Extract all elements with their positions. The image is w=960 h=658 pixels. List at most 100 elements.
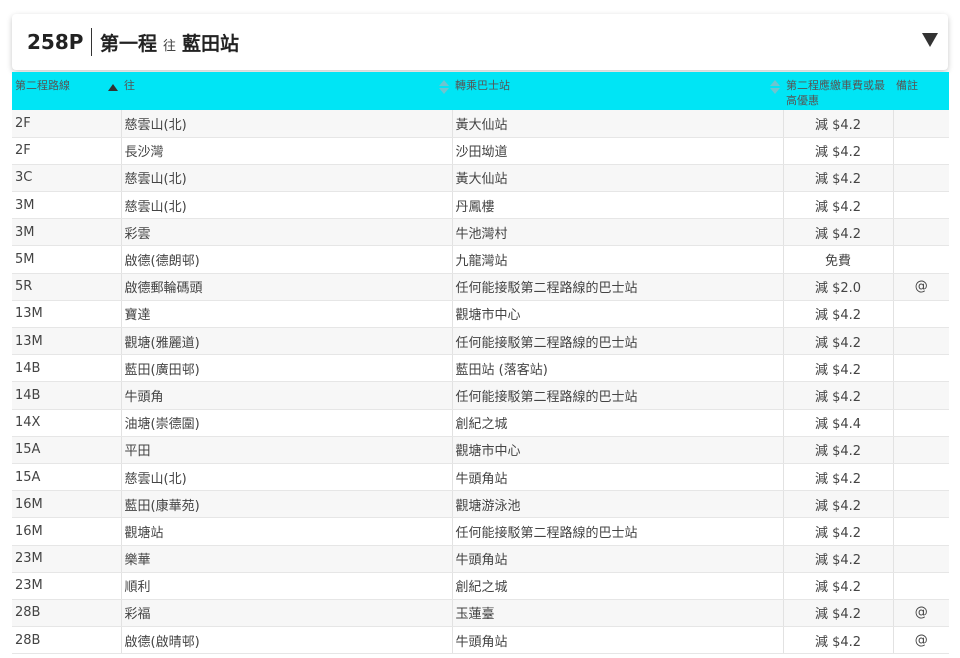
cell-fare: 減 $4.2	[783, 517, 894, 546]
cell-fare: 減 $4.2	[783, 436, 894, 464]
cell-route: 16M	[12, 490, 122, 519]
cell-stop: 牛頭角站	[452, 463, 784, 492]
cell-route: 15A	[12, 436, 122, 464]
cell-fare: 減 $4.2	[783, 110, 894, 138]
cell-remark	[893, 245, 949, 274]
cell-fare: 減 $4.4	[783, 409, 894, 437]
table-row: 3M 彩雲 牛池灣村減 $4.2	[12, 218, 949, 247]
table-row: 14X 油塘(崇德圍) 創紀之城減 $4.4	[12, 409, 949, 437]
cell-route: 28B	[12, 626, 122, 655]
cell-remark	[893, 327, 949, 356]
cell-route: 2F	[12, 137, 122, 165]
table-row: 16M 觀塘站 任何能接駁第二程路線的巴士站減 $4.2	[12, 517, 949, 546]
table-row: 13M 寶達 觀塘市中心減 $4.2	[12, 300, 949, 329]
cell-route: 23M	[12, 572, 122, 600]
cell-fare: 減 $4.2	[783, 300, 894, 329]
cell-stop: 黃大仙站	[452, 164, 784, 193]
sort-icon[interactable]	[770, 80, 780, 98]
interchange-table: 第二程路線 往 轉乘巴士站 第二程應繳車費或最高優惠 備註 2F 慈雲山(北) …	[12, 72, 949, 655]
dropdown-arrow-icon[interactable]	[922, 33, 938, 47]
cell-fare: 免費	[783, 245, 894, 274]
cell-stop: 牛頭角站	[452, 626, 784, 655]
table-row: 2F 長沙灣 沙田坳道減 $4.2	[12, 137, 949, 165]
cell-stop: 玉蓮臺	[452, 599, 784, 628]
route-code: 258P	[27, 30, 84, 54]
table-row: 14B 牛頭角 任何能接駁第二程路線的巴士站減 $4.2	[12, 381, 949, 410]
cell-to: 平田	[121, 436, 453, 464]
cell-stop: 觀塘游泳池	[452, 490, 784, 519]
cell-to: 彩雲	[121, 218, 453, 247]
column-header-remark[interactable]: 備註	[893, 72, 949, 110]
cell-to: 慈雲山(北)	[121, 463, 453, 492]
cell-to: 樂華	[121, 545, 453, 573]
table-row: 23M 順利 創紀之城減 $4.2	[12, 572, 949, 600]
column-header-to[interactable]: 往	[121, 72, 452, 110]
cell-stop: 牛池灣村	[452, 218, 784, 247]
cell-route: 5M	[12, 245, 122, 274]
cell-fare: 減 $4.2	[783, 137, 894, 165]
cell-stop: 創紀之城	[452, 409, 784, 437]
cell-fare: 減 $4.2	[783, 626, 894, 655]
cell-route: 23M	[12, 545, 122, 573]
cell-remark	[893, 218, 949, 247]
cell-fare: 減 $4.2	[783, 164, 894, 193]
table-row: 5M 啟德(德朗邨) 九龍灣站 免費	[12, 245, 949, 274]
route-header[interactable]: 258P 第一程 往 藍田站	[12, 14, 948, 70]
table-row: 2F 慈雲山(北) 黃大仙站減 $4.2	[12, 110, 949, 138]
cell-fare: 減 $4.2	[783, 354, 894, 383]
cell-stop: 任何能接駁第二程路線的巴士站	[452, 273, 784, 301]
cell-remark: @	[893, 599, 949, 628]
cell-to: 啟德郵輪碼頭	[121, 273, 453, 301]
table-row: 15A 慈雲山(北) 牛頭角站減 $4.2	[12, 463, 949, 492]
table-row: 23M 樂華 牛頭角站減 $4.2	[12, 545, 949, 573]
cell-route: 14B	[12, 354, 122, 383]
table-row: 28B 啟德(啟晴邨) 牛頭角站減 $4.2 @	[12, 626, 949, 655]
cell-stop: 黃大仙站	[452, 110, 784, 138]
table-row: 13M 觀塘(雅麗道) 任何能接駁第二程路線的巴士站減 $4.2	[12, 327, 949, 356]
cell-stop: 任何能接駁第二程路線的巴士站	[452, 327, 784, 356]
cell-remark	[893, 409, 949, 437]
cell-remark	[893, 436, 949, 464]
cell-to: 油塘(崇德圍)	[121, 409, 453, 437]
direction-word: 往	[163, 38, 177, 54]
cell-to: 順利	[121, 572, 453, 600]
cell-route: 13M	[12, 300, 122, 329]
table-row: 14B 藍田(廣田邨) 藍田站 (落客站) 減 $4.2	[12, 354, 949, 383]
sort-icon[interactable]	[439, 80, 449, 98]
cell-route: 13M	[12, 327, 122, 356]
cell-to: 寶達	[121, 300, 453, 329]
cell-fare: 減 $4.2	[783, 463, 894, 492]
cell-remark: @	[893, 273, 949, 301]
column-header-fare[interactable]: 第二程應繳車費或最高優惠	[783, 72, 893, 110]
divider	[91, 28, 92, 56]
cell-route: 14X	[12, 409, 122, 437]
cell-to: 彩福	[121, 599, 453, 628]
cell-fare: 減 $4.2	[783, 545, 894, 573]
cell-to: 慈雲山(北)	[121, 110, 453, 138]
cell-remark	[893, 572, 949, 600]
column-header-route[interactable]: 第二程路線	[12, 72, 121, 110]
cell-remark	[893, 354, 949, 383]
cell-stop: 創紀之城	[452, 572, 784, 600]
cell-to: 藍田(康華苑)	[121, 490, 453, 519]
table-row: 16M 藍田(康華苑) 觀塘游泳池減 $4.2	[12, 490, 949, 519]
column-header-stop[interactable]: 轉乘巴士站	[452, 72, 783, 110]
cell-remark	[893, 164, 949, 193]
cell-remark	[893, 137, 949, 165]
cell-route: 3C	[12, 164, 122, 193]
cell-stop: 九龍灣站	[452, 245, 784, 274]
cell-remark	[893, 191, 949, 220]
cell-route: 16M	[12, 517, 122, 546]
table-row: 15A 平田 觀塘市中心減 $4.2	[12, 436, 949, 464]
cell-stop: 丹鳳樓	[452, 191, 784, 220]
sort-ascending-icon[interactable]	[108, 80, 118, 95]
cell-remark: @	[893, 626, 949, 655]
first-leg-label: 第一程	[100, 32, 158, 55]
cell-route: 15A	[12, 463, 122, 492]
cell-to: 觀塘(雅麗道)	[121, 327, 453, 356]
cell-route: 14B	[12, 381, 122, 410]
cell-remark	[893, 300, 949, 329]
cell-route: 3M	[12, 191, 122, 220]
cell-fare: 減 $4.2	[783, 327, 894, 356]
cell-remark	[893, 545, 949, 573]
